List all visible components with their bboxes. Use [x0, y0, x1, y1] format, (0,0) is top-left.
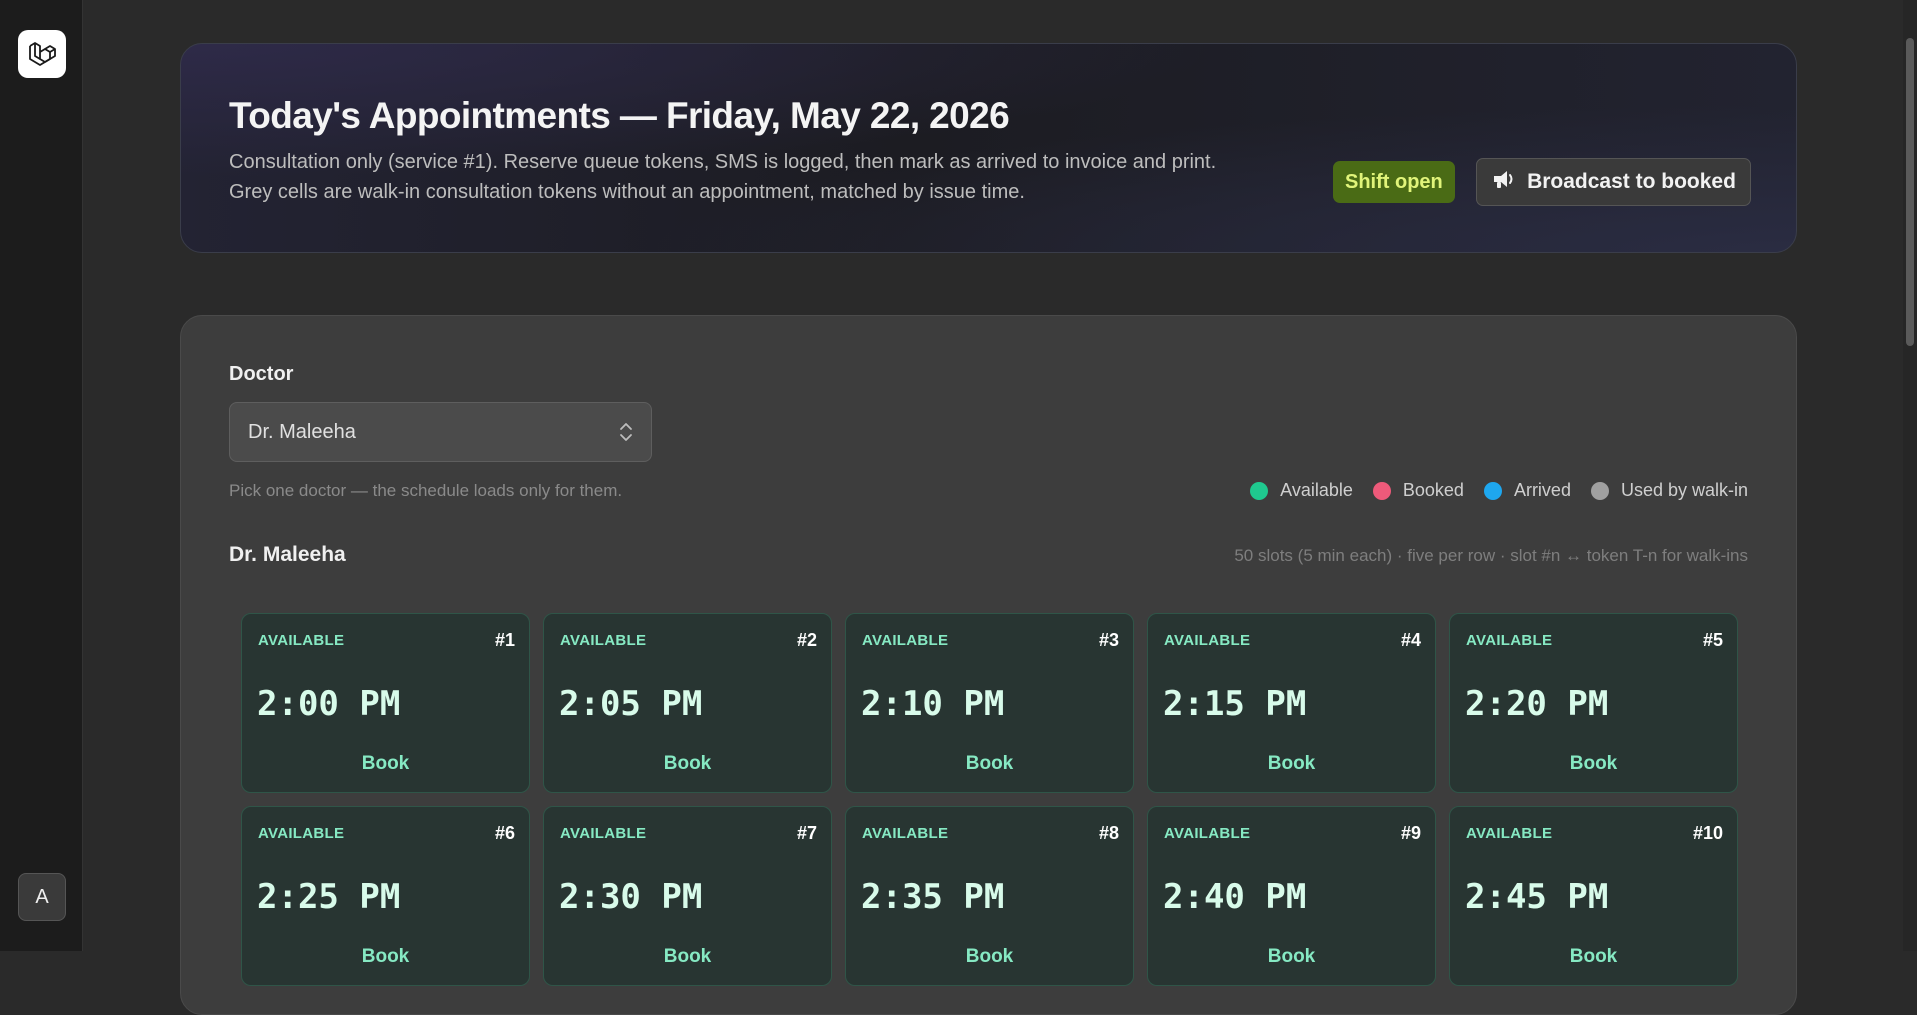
book-button[interactable]: Book	[544, 946, 831, 968]
slot-status: AVAILABLE	[258, 825, 345, 842]
select-chevron-icon	[619, 421, 633, 448]
legend-dot	[1250, 481, 1269, 500]
book-button[interactable]: Book	[242, 753, 529, 775]
doctor-label: Doctor	[229, 363, 294, 385]
slot-time: 2:05 PM	[559, 684, 703, 724]
slot-number: #3	[1098, 630, 1119, 650]
slot-number: #4	[1400, 630, 1421, 650]
slot-number: #10	[1692, 823, 1723, 843]
book-button[interactable]: Book	[544, 753, 831, 775]
slot-number: #5	[1702, 630, 1723, 650]
sidebar: A	[0, 0, 83, 951]
slot-number: #7	[796, 823, 817, 843]
schedule-meta: 50 slots (5 min each) · five per row · s…	[1234, 546, 1748, 565]
slot-grid: AVAILABLE #1 2:00 PM Book AVAILABLE #2 2…	[241, 613, 1738, 986]
slot-status: AVAILABLE	[1466, 825, 1553, 842]
slot-card[interactable]: AVAILABLE #7 2:30 PM Book	[543, 806, 832, 986]
legend-dot	[1372, 481, 1391, 500]
slot-time: 2:45 PM	[1465, 877, 1609, 917]
slot-card[interactable]: AVAILABLE #3 2:10 PM Book	[845, 613, 1134, 793]
legend-dot	[1483, 481, 1502, 500]
book-button[interactable]: Book	[1450, 753, 1737, 775]
legend-label: Available	[1280, 480, 1353, 500]
slot-number: #9	[1400, 823, 1421, 843]
legend-label: Arrived	[1513, 480, 1571, 500]
page-title: Today's Appointments — Friday, May 22, 2…	[229, 95, 1010, 136]
slot-number: #1	[494, 630, 515, 650]
page-header: Today's Appointments — Friday, May 22, 2…	[180, 43, 1797, 253]
slot-status: AVAILABLE	[1164, 825, 1251, 842]
megaphone-icon	[1491, 168, 1515, 196]
slot-time: 2:20 PM	[1465, 684, 1609, 724]
slot-time: 2:10 PM	[861, 684, 1005, 724]
page-description: Consultation only (service #1). Reserve …	[229, 151, 1217, 203]
book-button[interactable]: Book	[846, 753, 1133, 775]
slot-time: 2:00 PM	[257, 684, 401, 724]
slot-time: 2:40 PM	[1163, 877, 1307, 917]
book-button[interactable]: Book	[242, 946, 529, 968]
doctor-hint: Pick one doctor — the schedule loads onl…	[229, 481, 623, 500]
slot-card[interactable]: AVAILABLE #10 2:45 PM Book	[1449, 806, 1738, 986]
legend-item-available: Available	[1250, 480, 1353, 501]
slot-time: 2:30 PM	[559, 877, 703, 917]
app-logo-icon[interactable]	[18, 30, 66, 78]
broadcast-button[interactable]: Broadcast to booked	[1476, 158, 1751, 206]
broadcast-button-label: Broadcast to booked	[1527, 170, 1736, 193]
legend-label: Used by walk-in	[1620, 480, 1748, 500]
user-avatar[interactable]: A	[18, 873, 66, 921]
book-button[interactable]: Book	[846, 946, 1133, 968]
legend-item-arrived: Arrived	[1483, 480, 1571, 501]
slot-card[interactable]: AVAILABLE #1 2:00 PM Book	[241, 613, 530, 793]
slot-card[interactable]: AVAILABLE #9 2:40 PM Book	[1147, 806, 1436, 986]
slot-card[interactable]: AVAILABLE #6 2:25 PM Book	[241, 806, 530, 986]
slot-status: AVAILABLE	[1164, 632, 1251, 649]
slot-time: 2:15 PM	[1163, 684, 1307, 724]
schedule-panel: Doctor Dr. Maleeha Pick one doctor — the…	[180, 315, 1797, 1015]
doctor-select-value: Dr. Maleeha	[248, 421, 356, 443]
slot-card[interactable]: AVAILABLE #2 2:05 PM Book	[543, 613, 832, 793]
shift-status-badge: Shift open	[1333, 161, 1455, 203]
slot-status: AVAILABLE	[560, 632, 647, 649]
slot-status: AVAILABLE	[862, 632, 949, 649]
doctor-select[interactable]: Dr. Maleeha	[229, 402, 652, 462]
scrollbar-thumb[interactable]	[1906, 38, 1914, 346]
legend-label: Booked	[1402, 480, 1464, 500]
slot-status: AVAILABLE	[1466, 632, 1553, 649]
slot-card[interactable]: AVAILABLE #5 2:20 PM Book	[1449, 613, 1738, 793]
slot-number: #6	[494, 823, 515, 843]
slot-card[interactable]: AVAILABLE #4 2:15 PM Book	[1147, 613, 1436, 793]
book-button[interactable]: Book	[1148, 946, 1435, 968]
slot-time: 2:25 PM	[257, 877, 401, 917]
scrollbar[interactable]	[1903, 0, 1917, 951]
slot-time: 2:35 PM	[861, 877, 1005, 917]
slot-number: #2	[796, 630, 817, 650]
status-legend: Available Booked Arrived Used by walk-in	[1250, 480, 1748, 501]
book-button[interactable]: Book	[1450, 946, 1737, 968]
legend-dot	[1590, 481, 1609, 500]
legend-item-booked: Booked	[1372, 480, 1464, 501]
slot-card[interactable]: AVAILABLE #8 2:35 PM Book	[845, 806, 1134, 986]
slot-status: AVAILABLE	[560, 825, 647, 842]
slot-number: #8	[1098, 823, 1119, 843]
legend-item-walk-in: Used by walk-in	[1590, 480, 1748, 501]
slot-status: AVAILABLE	[258, 632, 345, 649]
schedule-doctor-name: Dr. Maleeha	[229, 543, 346, 566]
book-button[interactable]: Book	[1148, 753, 1435, 775]
slot-status: AVAILABLE	[862, 825, 949, 842]
